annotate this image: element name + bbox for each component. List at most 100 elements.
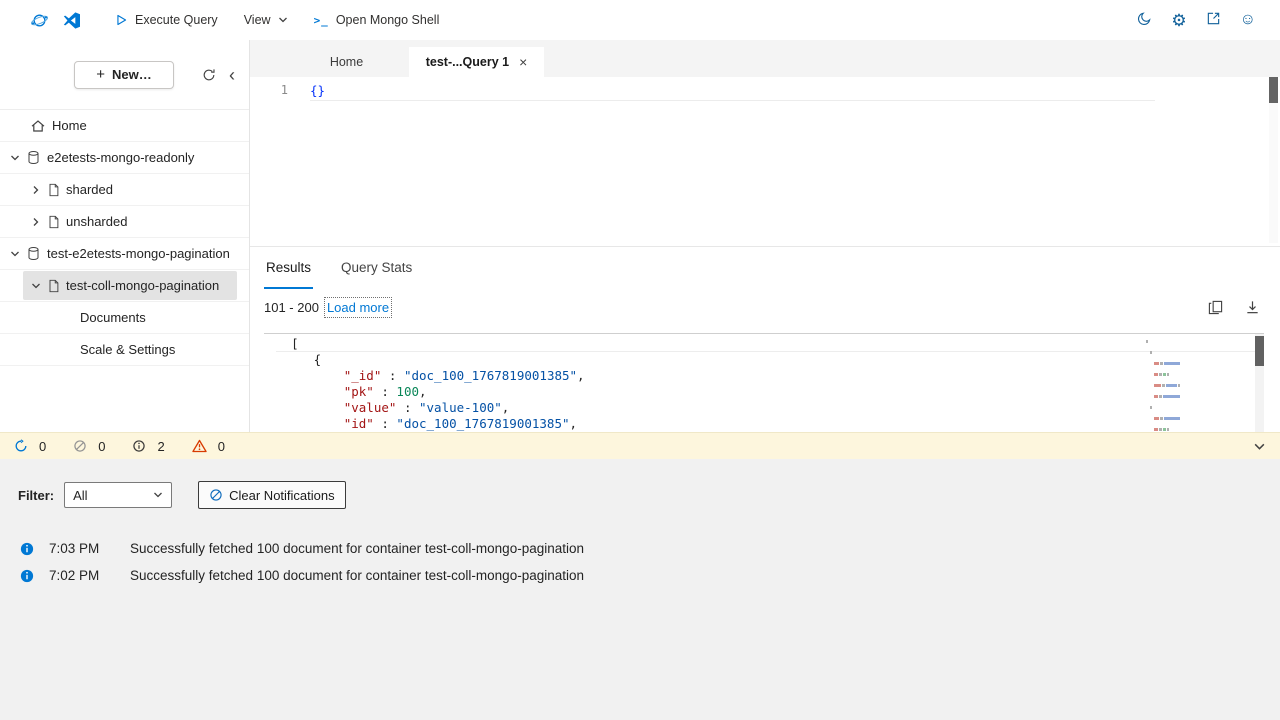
scrollbar-thumb[interactable] bbox=[1255, 336, 1264, 366]
sidebar-item-e2etests-mongo-readonly[interactable]: e2etests-mongo-readonly bbox=[0, 142, 249, 174]
copy-icon[interactable] bbox=[1208, 300, 1223, 315]
query-text: {} bbox=[310, 83, 325, 98]
editor-scrollbar[interactable] bbox=[1269, 77, 1278, 243]
json-line: [ bbox=[276, 336, 1264, 352]
json-line: "_id" : "doc_100_1767819001385", bbox=[276, 368, 1264, 384]
minimap[interactable] bbox=[1144, 340, 1180, 432]
plus-icon: + bbox=[96, 66, 105, 83]
status-warning[interactable]: 0 bbox=[192, 439, 225, 454]
notification-item: 7:03 PMSuccessfully fetched 100 document… bbox=[18, 535, 1280, 562]
collapse-panel-icon[interactable] bbox=[1253, 440, 1266, 453]
collapse-sidebar-icon[interactable]: ‹ bbox=[229, 66, 235, 84]
chevron-down-icon[interactable] bbox=[10, 249, 20, 259]
tree-item-label: unsharded bbox=[66, 214, 127, 229]
tree-item-label: Documents bbox=[80, 310, 146, 325]
scrollbar-thumb[interactable] bbox=[1269, 77, 1278, 103]
results-json-editor[interactable]: [ { "_id" : "doc_100_1767819001385", "pk… bbox=[264, 333, 1264, 432]
clear-notifications-label: Clear Notifications bbox=[229, 488, 335, 503]
sidebar: + New… ‹ Home e2etests-mongo-readonly shar… bbox=[0, 40, 250, 432]
clear-notifications-icon bbox=[209, 488, 223, 502]
results-scrollbar[interactable] bbox=[1255, 334, 1264, 432]
notifications-filter-row: Filter: All Clear Notifications bbox=[18, 481, 1280, 509]
clear-notifications-button[interactable]: Clear Notifications bbox=[198, 481, 346, 509]
notification-message: Successfully fetched 100 document for co… bbox=[130, 568, 584, 583]
results-tabs: Results Query Stats bbox=[250, 247, 1280, 289]
sidebar-item-documents[interactable]: Documents bbox=[0, 302, 249, 334]
status-blocked[interactable]: 0 bbox=[73, 439, 105, 454]
notification-time: 7:02 PM bbox=[49, 568, 115, 583]
sidebar-tree: Home e2etests-mongo-readonly sharded unshar… bbox=[0, 110, 249, 366]
line-number: 1 bbox=[250, 81, 288, 246]
filter-value: All bbox=[73, 488, 149, 503]
sidebar-item-unsharded[interactable]: unsharded bbox=[0, 206, 249, 238]
feedback-button[interactable]: ☺ bbox=[1240, 12, 1256, 28]
chevron-down-icon bbox=[278, 15, 288, 25]
tree-item-label: sharded bbox=[66, 182, 113, 197]
new-button-label: New… bbox=[112, 67, 152, 82]
json-line: "pk" : 100, bbox=[276, 384, 1264, 400]
settings-button[interactable]: ⚙ bbox=[1171, 12, 1186, 29]
json-line: "value" : "value-100", bbox=[276, 400, 1264, 416]
tab-query-stats[interactable]: Query Stats bbox=[339, 247, 414, 289]
moon-icon bbox=[1137, 11, 1152, 26]
info-filled-icon bbox=[20, 569, 34, 583]
status-count: 0 bbox=[218, 439, 225, 454]
sidebar-item-test-coll-mongo-pagination[interactable]: test-coll-mongo-pagination bbox=[0, 270, 249, 302]
tab-label: test-...Query 1 bbox=[426, 55, 509, 69]
tab-results[interactable]: Results bbox=[264, 247, 313, 289]
doc-icon bbox=[47, 215, 60, 229]
play-icon bbox=[114, 13, 128, 27]
open-mongo-shell-button[interactable]: >_ Open Mongo Shell bbox=[314, 13, 440, 27]
info-filled-icon bbox=[20, 542, 34, 556]
home-icon bbox=[30, 118, 46, 134]
view-button[interactable]: View bbox=[244, 13, 288, 27]
chevron-down-icon bbox=[153, 490, 163, 500]
chevron-down-icon[interactable] bbox=[10, 153, 20, 163]
status-count: 0 bbox=[39, 439, 46, 454]
query-editor[interactable]: 1 {} bbox=[250, 77, 1280, 247]
sidebar-item-sharded[interactable]: sharded bbox=[0, 174, 249, 206]
doc-icon bbox=[47, 279, 60, 293]
sidebar-header: + New… ‹ bbox=[0, 40, 249, 110]
gear-icon: ⚙ bbox=[1171, 12, 1186, 29]
notification-status-bar: 0 0 2 0 bbox=[0, 432, 1280, 459]
execute-query-label: Execute Query bbox=[135, 13, 218, 27]
database-icon bbox=[26, 150, 41, 165]
open-mongo-shell-label: Open Mongo Shell bbox=[336, 13, 440, 27]
view-label: View bbox=[244, 13, 271, 27]
sidebar-item-scale-settings[interactable]: Scale & Settings bbox=[0, 334, 249, 366]
cosmos-db-icon bbox=[30, 11, 49, 30]
status-info[interactable]: 2 bbox=[132, 439, 164, 454]
chevron-right-icon[interactable] bbox=[31, 217, 41, 227]
notifications-panel: Filter: All Clear Notifications 7:03 PMS… bbox=[0, 459, 1280, 720]
download-icon[interactable] bbox=[1245, 300, 1260, 315]
close-tab-icon[interactable]: × bbox=[519, 54, 527, 70]
open-in-new-button[interactable] bbox=[1206, 11, 1221, 29]
content-area: Home test-...Query 1 × 1 {} Results Query … bbox=[250, 40, 1280, 432]
json-line: { bbox=[276, 352, 1264, 368]
chevron-right-icon[interactable] bbox=[31, 185, 41, 195]
vscode-icon bbox=[63, 12, 80, 29]
tab-test-query-1[interactable]: test-...Query 1 × bbox=[409, 47, 544, 77]
dark-theme-button[interactable] bbox=[1137, 11, 1152, 29]
terminal-icon: >_ bbox=[314, 15, 329, 26]
status-progress[interactable]: 0 bbox=[14, 439, 46, 454]
database-icon bbox=[26, 246, 41, 261]
tab-home[interactable]: Home bbox=[284, 47, 409, 77]
execute-query-button[interactable]: Execute Query bbox=[114, 13, 218, 27]
tree-item-label: test-coll-mongo-pagination bbox=[66, 278, 219, 293]
tree-item-label: Scale & Settings bbox=[80, 342, 175, 357]
sidebar-item-test-e2etests-mongo-pagination[interactable]: test-e2etests-mongo-pagination bbox=[0, 238, 249, 270]
progress-icon bbox=[14, 439, 28, 453]
blocked-icon bbox=[73, 439, 87, 453]
new-button[interactable]: + New… bbox=[74, 61, 174, 89]
sidebar-item-home[interactable]: Home bbox=[0, 110, 249, 142]
load-more-link[interactable]: Load more bbox=[327, 300, 389, 315]
refresh-icon[interactable] bbox=[202, 68, 216, 82]
tree-item-label: e2etests-mongo-readonly bbox=[47, 150, 194, 165]
tab-label: Home bbox=[330, 55, 363, 69]
json-content: [ { "_id" : "doc_100_1767819001385", "pk… bbox=[264, 334, 1264, 432]
chevron-down-icon[interactable] bbox=[31, 281, 41, 291]
filter-dropdown[interactable]: All bbox=[64, 482, 172, 508]
info-icon bbox=[132, 439, 146, 453]
